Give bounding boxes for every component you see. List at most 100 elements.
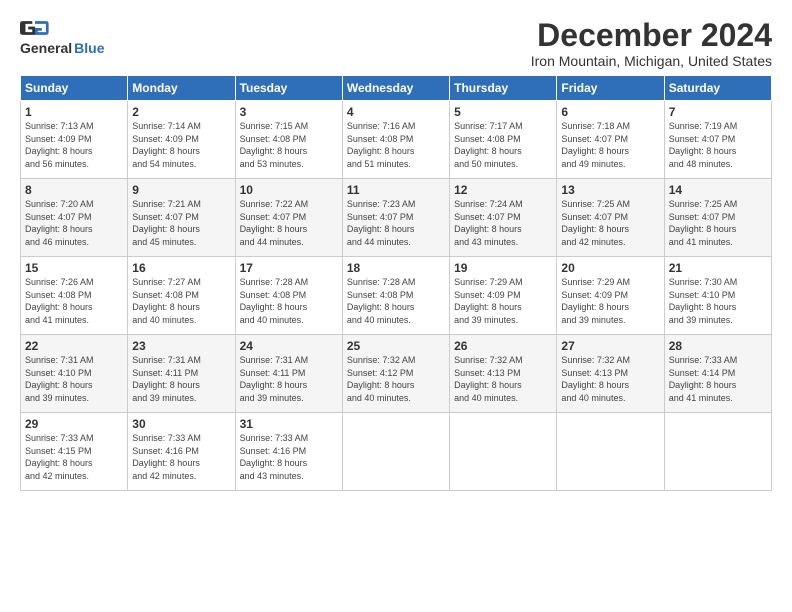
day-detail: Sunrise: 7:31 AM Sunset: 4:10 PM Dayligh… <box>25 354 123 404</box>
calendar-cell <box>557 413 664 491</box>
calendar-cell: 5Sunrise: 7:17 AM Sunset: 4:08 PM Daylig… <box>450 101 557 179</box>
day-number: 21 <box>669 261 767 275</box>
header: General Blue December 2024 Iron Mountain… <box>20 18 772 69</box>
calendar-cell: 16Sunrise: 7:27 AM Sunset: 4:08 PM Dayli… <box>128 257 235 335</box>
day-detail: Sunrise: 7:24 AM Sunset: 4:07 PM Dayligh… <box>454 198 552 248</box>
day-detail: Sunrise: 7:20 AM Sunset: 4:07 PM Dayligh… <box>25 198 123 248</box>
weekday-header-tuesday: Tuesday <box>235 76 342 101</box>
day-number: 15 <box>25 261 123 275</box>
page: General Blue December 2024 Iron Mountain… <box>0 0 792 612</box>
calendar-cell: 9Sunrise: 7:21 AM Sunset: 4:07 PM Daylig… <box>128 179 235 257</box>
day-detail: Sunrise: 7:26 AM Sunset: 4:08 PM Dayligh… <box>25 276 123 326</box>
day-number: 14 <box>669 183 767 197</box>
weekday-header-saturday: Saturday <box>664 76 771 101</box>
day-detail: Sunrise: 7:25 AM Sunset: 4:07 PM Dayligh… <box>561 198 659 248</box>
weekday-header-thursday: Thursday <box>450 76 557 101</box>
day-number: 4 <box>347 105 445 119</box>
day-number: 28 <box>669 339 767 353</box>
calendar-week-4: 22Sunrise: 7:31 AM Sunset: 4:10 PM Dayli… <box>21 335 772 413</box>
day-number: 2 <box>132 105 230 119</box>
calendar-cell: 20Sunrise: 7:29 AM Sunset: 4:09 PM Dayli… <box>557 257 664 335</box>
day-number: 6 <box>561 105 659 119</box>
day-number: 13 <box>561 183 659 197</box>
calendar-cell: 22Sunrise: 7:31 AM Sunset: 4:10 PM Dayli… <box>21 335 128 413</box>
logo: General Blue <box>20 18 104 56</box>
logo-general: General <box>20 40 72 56</box>
day-detail: Sunrise: 7:32 AM Sunset: 4:12 PM Dayligh… <box>347 354 445 404</box>
calendar-week-2: 8Sunrise: 7:20 AM Sunset: 4:07 PM Daylig… <box>21 179 772 257</box>
day-number: 30 <box>132 417 230 431</box>
day-number: 5 <box>454 105 552 119</box>
calendar-cell: 28Sunrise: 7:33 AM Sunset: 4:14 PM Dayli… <box>664 335 771 413</box>
day-detail: Sunrise: 7:32 AM Sunset: 4:13 PM Dayligh… <box>561 354 659 404</box>
day-number: 24 <box>240 339 338 353</box>
day-detail: Sunrise: 7:28 AM Sunset: 4:08 PM Dayligh… <box>240 276 338 326</box>
weekday-header-friday: Friday <box>557 76 664 101</box>
calendar-cell: 13Sunrise: 7:25 AM Sunset: 4:07 PM Dayli… <box>557 179 664 257</box>
day-detail: Sunrise: 7:21 AM Sunset: 4:07 PM Dayligh… <box>132 198 230 248</box>
day-detail: Sunrise: 7:27 AM Sunset: 4:08 PM Dayligh… <box>132 276 230 326</box>
day-detail: Sunrise: 7:32 AM Sunset: 4:13 PM Dayligh… <box>454 354 552 404</box>
weekday-header-monday: Monday <box>128 76 235 101</box>
day-detail: Sunrise: 7:13 AM Sunset: 4:09 PM Dayligh… <box>25 120 123 170</box>
day-detail: Sunrise: 7:14 AM Sunset: 4:09 PM Dayligh… <box>132 120 230 170</box>
day-number: 19 <box>454 261 552 275</box>
day-number: 16 <box>132 261 230 275</box>
calendar-cell: 18Sunrise: 7:28 AM Sunset: 4:08 PM Dayli… <box>342 257 449 335</box>
weekday-header-wednesday: Wednesday <box>342 76 449 101</box>
day-number: 31 <box>240 417 338 431</box>
day-number: 18 <box>347 261 445 275</box>
calendar-subtitle: Iron Mountain, Michigan, United States <box>531 53 772 69</box>
calendar-cell: 10Sunrise: 7:22 AM Sunset: 4:07 PM Dayli… <box>235 179 342 257</box>
day-detail: Sunrise: 7:29 AM Sunset: 4:09 PM Dayligh… <box>454 276 552 326</box>
day-detail: Sunrise: 7:19 AM Sunset: 4:07 PM Dayligh… <box>669 120 767 170</box>
logo-icon <box>20 18 50 38</box>
day-detail: Sunrise: 7:22 AM Sunset: 4:07 PM Dayligh… <box>240 198 338 248</box>
logo-text-row: General Blue <box>20 40 104 56</box>
title-block: December 2024 Iron Mountain, Michigan, U… <box>531 18 772 69</box>
calendar-cell: 30Sunrise: 7:33 AM Sunset: 4:16 PM Dayli… <box>128 413 235 491</box>
day-number: 27 <box>561 339 659 353</box>
calendar-cell: 7Sunrise: 7:19 AM Sunset: 4:07 PM Daylig… <box>664 101 771 179</box>
day-detail: Sunrise: 7:30 AM Sunset: 4:10 PM Dayligh… <box>669 276 767 326</box>
day-detail: Sunrise: 7:17 AM Sunset: 4:08 PM Dayligh… <box>454 120 552 170</box>
calendar-cell: 2Sunrise: 7:14 AM Sunset: 4:09 PM Daylig… <box>128 101 235 179</box>
calendar-cell: 11Sunrise: 7:23 AM Sunset: 4:07 PM Dayli… <box>342 179 449 257</box>
calendar-cell <box>342 413 449 491</box>
calendar-cell: 12Sunrise: 7:24 AM Sunset: 4:07 PM Dayli… <box>450 179 557 257</box>
calendar-cell: 15Sunrise: 7:26 AM Sunset: 4:08 PM Dayli… <box>21 257 128 335</box>
day-number: 11 <box>347 183 445 197</box>
calendar-week-1: 1Sunrise: 7:13 AM Sunset: 4:09 PM Daylig… <box>21 101 772 179</box>
calendar-cell: 6Sunrise: 7:18 AM Sunset: 4:07 PM Daylig… <box>557 101 664 179</box>
day-number: 29 <box>25 417 123 431</box>
calendar-cell: 26Sunrise: 7:32 AM Sunset: 4:13 PM Dayli… <box>450 335 557 413</box>
day-detail: Sunrise: 7:18 AM Sunset: 4:07 PM Dayligh… <box>561 120 659 170</box>
day-detail: Sunrise: 7:15 AM Sunset: 4:08 PM Dayligh… <box>240 120 338 170</box>
day-detail: Sunrise: 7:31 AM Sunset: 4:11 PM Dayligh… <box>240 354 338 404</box>
day-number: 7 <box>669 105 767 119</box>
day-detail: Sunrise: 7:33 AM Sunset: 4:14 PM Dayligh… <box>669 354 767 404</box>
day-number: 3 <box>240 105 338 119</box>
day-number: 10 <box>240 183 338 197</box>
logo-blue: Blue <box>74 40 104 56</box>
calendar-cell: 24Sunrise: 7:31 AM Sunset: 4:11 PM Dayli… <box>235 335 342 413</box>
calendar-cell: 25Sunrise: 7:32 AM Sunset: 4:12 PM Dayli… <box>342 335 449 413</box>
calendar-week-3: 15Sunrise: 7:26 AM Sunset: 4:08 PM Dayli… <box>21 257 772 335</box>
calendar-cell: 14Sunrise: 7:25 AM Sunset: 4:07 PM Dayli… <box>664 179 771 257</box>
calendar-cell: 31Sunrise: 7:33 AM Sunset: 4:16 PM Dayli… <box>235 413 342 491</box>
day-number: 20 <box>561 261 659 275</box>
calendar-cell: 19Sunrise: 7:29 AM Sunset: 4:09 PM Dayli… <box>450 257 557 335</box>
day-number: 22 <box>25 339 123 353</box>
calendar-cell: 4Sunrise: 7:16 AM Sunset: 4:08 PM Daylig… <box>342 101 449 179</box>
day-number: 26 <box>454 339 552 353</box>
calendar-cell <box>450 413 557 491</box>
calendar-cell <box>664 413 771 491</box>
day-number: 17 <box>240 261 338 275</box>
calendar-cell: 17Sunrise: 7:28 AM Sunset: 4:08 PM Dayli… <box>235 257 342 335</box>
weekday-header-sunday: Sunday <box>21 76 128 101</box>
day-detail: Sunrise: 7:29 AM Sunset: 4:09 PM Dayligh… <box>561 276 659 326</box>
day-detail: Sunrise: 7:28 AM Sunset: 4:08 PM Dayligh… <box>347 276 445 326</box>
day-detail: Sunrise: 7:16 AM Sunset: 4:08 PM Dayligh… <box>347 120 445 170</box>
calendar-cell: 1Sunrise: 7:13 AM Sunset: 4:09 PM Daylig… <box>21 101 128 179</box>
day-detail: Sunrise: 7:33 AM Sunset: 4:15 PM Dayligh… <box>25 432 123 482</box>
